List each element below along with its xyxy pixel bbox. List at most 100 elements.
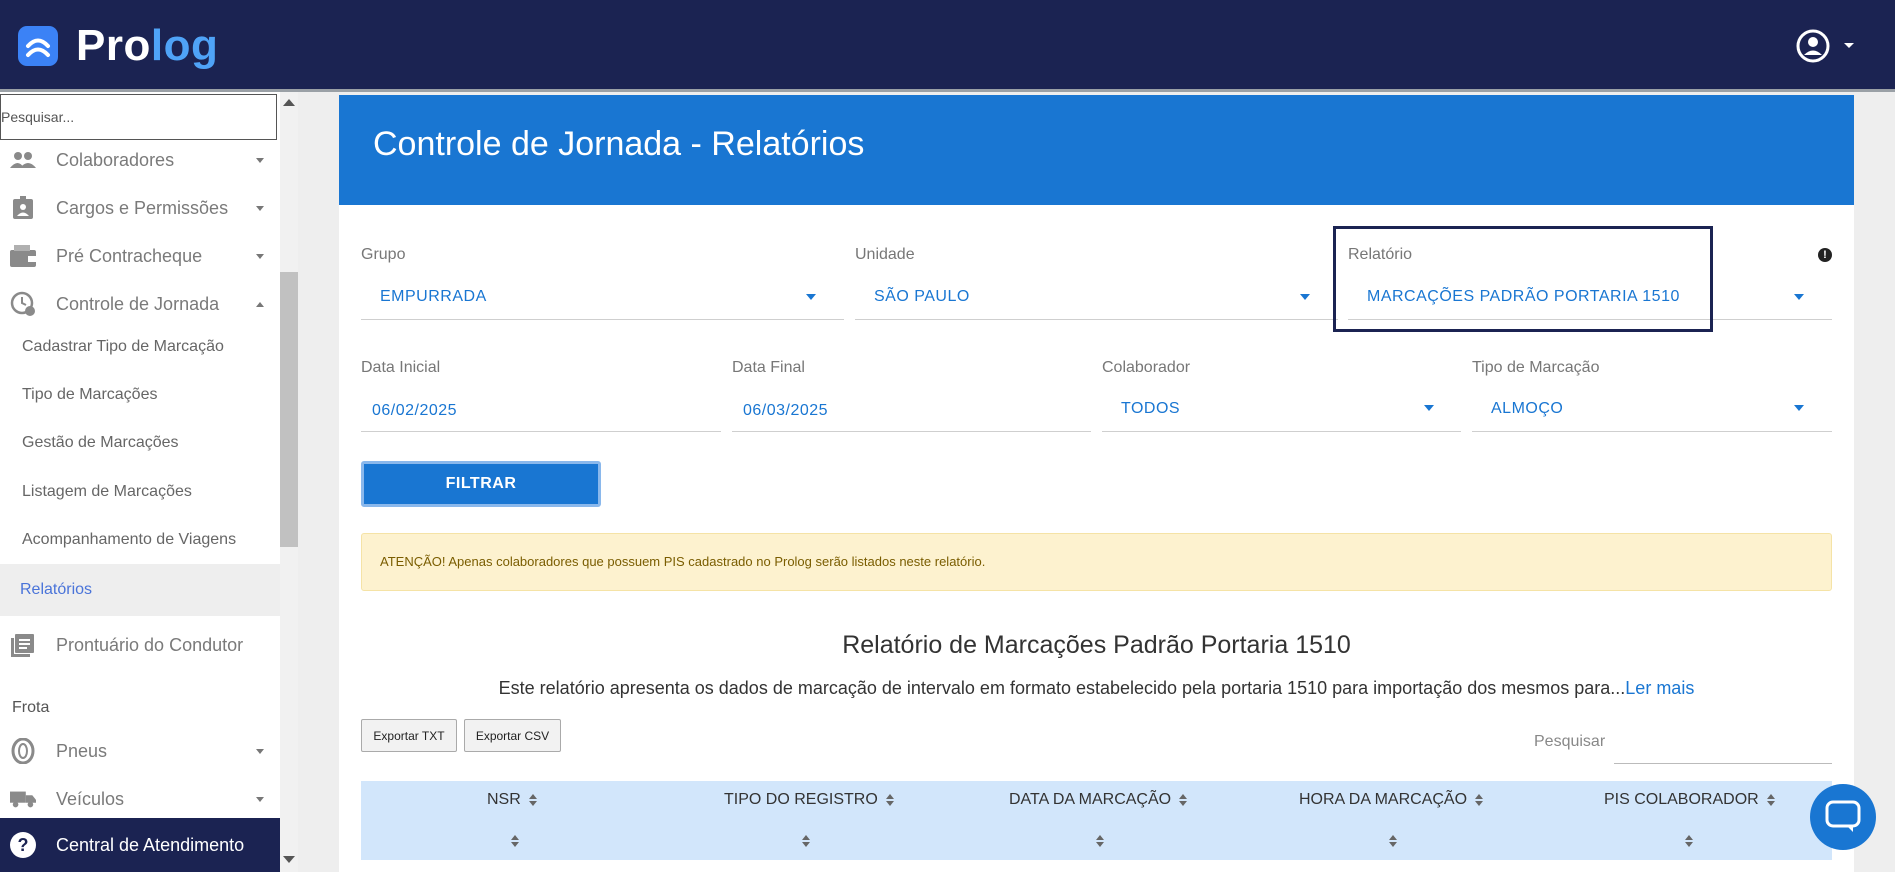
sidebar-search-input[interactable] bbox=[0, 94, 277, 140]
column-header-tipo-registro[interactable]: TIPO DO REGISTRO bbox=[724, 791, 894, 809]
sidebar-item-cargos[interactable]: Cargos e Permissões bbox=[0, 186, 280, 230]
field-value: TODOS bbox=[1121, 400, 1181, 417]
sort-icon bbox=[528, 794, 537, 806]
truck-icon bbox=[10, 786, 36, 812]
column-header-label: HORA DA MARCAÇÃO bbox=[1299, 791, 1468, 808]
sort-icon bbox=[1475, 794, 1484, 806]
prolog-logo-text: Prolog bbox=[76, 24, 218, 68]
dropdown-arrow-icon bbox=[1794, 405, 1804, 411]
sidebar-subitem-gestao-marcacoes[interactable]: Gestão de Marcações bbox=[0, 423, 280, 463]
sidebar-subitem-acompanhamento-viagens[interactable]: Acompanhamento de Viagens bbox=[0, 520, 280, 560]
read-more-link[interactable]: Ler mais bbox=[1625, 678, 1694, 698]
column-header-hora-marcacao[interactable]: HORA DA MARCAÇÃO bbox=[1299, 791, 1484, 809]
unidade-select[interactable]: Unidade SÃO PAULO bbox=[855, 246, 1338, 322]
sidebar-item-colaboradores[interactable]: Colaboradores bbox=[0, 138, 280, 182]
dropdown-arrow-icon bbox=[1424, 405, 1434, 411]
report-title: Relatório de Marcações Padrão Portaria 1… bbox=[842, 631, 1351, 659]
tipo-marcacao-select[interactable]: Tipo de Marcação ALMOÇO bbox=[1472, 359, 1832, 433]
report-description-text: Este relatório apresenta os dados de mar… bbox=[498, 678, 1626, 698]
sidebar-item-label: Pneus bbox=[56, 740, 108, 761]
user-menu[interactable] bbox=[1795, 28, 1855, 64]
sidebar-item-label: Pré Contracheque bbox=[56, 245, 203, 266]
sidebar-subitem-cadastrar-tipo[interactable]: Cadastrar Tipo de Marcação bbox=[0, 327, 280, 367]
sidebar-subitem-relatorios[interactable]: Relatórios bbox=[0, 564, 280, 616]
field-label: Grupo bbox=[361, 246, 406, 263]
chevron-up-icon bbox=[256, 301, 264, 307]
field-label: Unidade bbox=[855, 246, 915, 263]
dropdown-arrow-icon bbox=[806, 294, 816, 300]
page-title: Controle de Jornada - Relatórios bbox=[373, 125, 865, 163]
table-search-input[interactable] bbox=[1614, 724, 1832, 764]
sidebar-item-veiculos[interactable]: Veículos bbox=[0, 777, 280, 821]
field-value: 06/03/2025 bbox=[743, 402, 829, 419]
column-filter-sort-icon[interactable] bbox=[802, 835, 810, 847]
page-header: Controle de Jornada - Relatórios bbox=[339, 95, 1854, 205]
field-value: SÃO PAULO bbox=[874, 288, 970, 305]
field-value: EMPURRADA bbox=[380, 288, 487, 305]
chevron-down-icon bbox=[1844, 43, 1854, 48]
logo-text-log: log bbox=[150, 21, 219, 70]
relatorio-highlight-frame bbox=[1333, 226, 1713, 332]
data-final-input[interactable]: Data Final 06/03/2025 bbox=[732, 359, 1091, 433]
column-header-label: NSR bbox=[487, 791, 521, 808]
field-label: Colaborador bbox=[1102, 359, 1191, 376]
sidebar-item-pre-contracheque[interactable]: Pré Contracheque bbox=[0, 234, 280, 278]
sort-icon bbox=[1179, 794, 1188, 806]
sidebar-subitem-label: Cadastrar Tipo de Marcação bbox=[22, 338, 224, 355]
column-header-pis-colaborador[interactable]: PIS COLABORADOR bbox=[1604, 791, 1775, 809]
sidebar: Colaboradores Cargos e Permissões Pré Co… bbox=[0, 92, 280, 872]
badge-icon bbox=[10, 195, 36, 221]
sort-icon bbox=[885, 794, 894, 806]
column-header-label: PIS COLABORADOR bbox=[1604, 791, 1759, 808]
column-filter-sort-icon[interactable] bbox=[1685, 835, 1693, 847]
pis-warning-alert: ATENÇÃO! Apenas colaboradores que possue… bbox=[361, 533, 1832, 591]
field-label: Data Inicial bbox=[361, 359, 441, 376]
user-avatar-icon bbox=[1796, 29, 1830, 63]
sidebar-scrollbar-thumb[interactable] bbox=[280, 272, 298, 547]
field-underline bbox=[361, 431, 721, 432]
sidebar-subitem-label: Relatórios bbox=[20, 581, 93, 598]
grupo-select[interactable]: Grupo EMPURRADA bbox=[361, 246, 844, 322]
export-txt-button[interactable]: Exportar TXT bbox=[361, 719, 457, 752]
chevron-down-icon bbox=[256, 157, 264, 163]
column-filter-sort-icon[interactable] bbox=[1096, 835, 1104, 847]
sidebar-item-prontuario[interactable]: Prontuário do Condutor bbox=[0, 623, 280, 667]
chevron-down-icon bbox=[256, 748, 264, 754]
filtrar-button[interactable]: FILTRAR bbox=[361, 461, 601, 507]
export-csv-button[interactable]: Exportar CSV bbox=[464, 719, 561, 752]
colaborador-select[interactable]: Colaborador TODOS bbox=[1102, 359, 1461, 433]
column-filter-sort-icon[interactable] bbox=[511, 835, 519, 847]
info-icon[interactable]: ! bbox=[1818, 248, 1832, 262]
chat-bubble-icon bbox=[1825, 800, 1861, 832]
sidebar-subitem-label: Listagem de Marcações bbox=[22, 483, 192, 500]
column-filter-sort-icon[interactable] bbox=[1389, 835, 1397, 847]
help-icon: ? bbox=[10, 832, 36, 858]
document-icon bbox=[10, 632, 36, 658]
column-header-nsr[interactable]: NSR bbox=[487, 791, 537, 809]
chevron-down-icon bbox=[256, 796, 264, 802]
sidebar-item-label: Veículos bbox=[56, 788, 125, 809]
sort-icon bbox=[1766, 794, 1775, 806]
sidebar-subitem-tipo-marcacoes[interactable]: Tipo de Marcações bbox=[0, 375, 280, 415]
chat-support-button[interactable] bbox=[1810, 784, 1876, 850]
table-search-label: Pesquisar bbox=[1534, 733, 1606, 750]
sidebar-item-label: Controle de Jornada bbox=[56, 293, 220, 314]
field-underline bbox=[732, 431, 1091, 432]
central-atendimento-button[interactable]: ? Central de Atendimento bbox=[0, 818, 280, 872]
scroll-down-arrow-icon[interactable] bbox=[283, 856, 295, 863]
clock-check-icon bbox=[10, 291, 36, 317]
chevron-down-icon bbox=[256, 253, 264, 259]
people-icon bbox=[10, 147, 36, 173]
prolog-logo[interactable]: Prolog bbox=[18, 24, 218, 68]
sidebar-item-controle-jornada[interactable]: Controle de Jornada bbox=[0, 282, 280, 326]
data-inicial-input[interactable]: Data Inicial 06/02/2025 bbox=[361, 359, 721, 433]
field-value: ALMOÇO bbox=[1491, 400, 1564, 417]
chevron-down-icon bbox=[256, 205, 264, 211]
logo-text-pro: Pro bbox=[76, 21, 151, 70]
scroll-up-arrow-icon[interactable] bbox=[283, 99, 295, 106]
sidebar-section-frota: Frota bbox=[12, 699, 50, 716]
sidebar-item-pneus[interactable]: Pneus bbox=[0, 729, 280, 773]
field-underline bbox=[1102, 431, 1461, 432]
sidebar-subitem-listagem-marcacoes[interactable]: Listagem de Marcações bbox=[0, 472, 280, 512]
column-header-data-marcacao[interactable]: DATA DA MARCAÇÃO bbox=[1009, 791, 1188, 809]
